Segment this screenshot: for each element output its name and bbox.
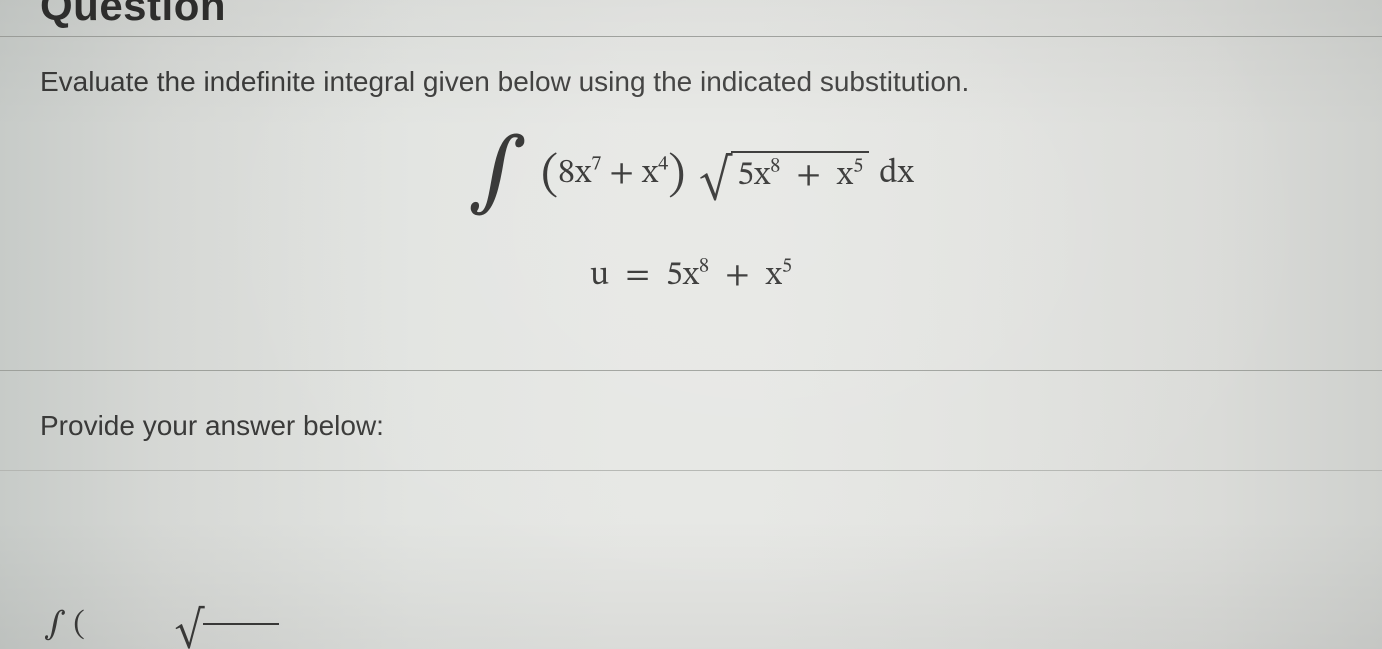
radicand-box	[203, 623, 279, 645]
integral-sign-icon: ∫	[468, 140, 527, 209]
square-root: √ 5x8 + x5	[699, 151, 869, 198]
plus-1: +	[601, 153, 641, 196]
answer-integral-fragment: ∫ (	[44, 605, 85, 645]
substitution-line: u = 5x8 + x5	[0, 255, 1382, 298]
open-paren: (	[541, 146, 558, 206]
close-paren: )	[668, 146, 685, 206]
answer-prompt: Provide your answer below:	[40, 410, 384, 442]
divider-mid	[0, 370, 1382, 371]
radicand: 5x8 + x5	[731, 151, 869, 198]
integrand-term-2: x4	[642, 153, 668, 196]
dx: dx	[879, 153, 914, 196]
question-heading: Question	[40, 0, 226, 30]
divider-answer	[0, 470, 1382, 471]
answer-radical-fragment: √	[175, 616, 280, 645]
radical-icon: √	[175, 616, 204, 645]
answer-preview-row: ∫ ( √	[44, 605, 279, 645]
integral-expression: ∫ ( 8x7 + x4 ) √ 5x8 + x5 dx	[468, 140, 914, 209]
divider-top	[0, 36, 1382, 37]
math-display: ∫ ( 8x7 + x4 ) √ 5x8 + x5 dx u =	[0, 140, 1382, 298]
radical-icon: √	[699, 162, 731, 198]
question-prompt: Evaluate the indefinite integral given b…	[40, 66, 969, 98]
integrand-term-1: 8x7	[558, 153, 601, 196]
